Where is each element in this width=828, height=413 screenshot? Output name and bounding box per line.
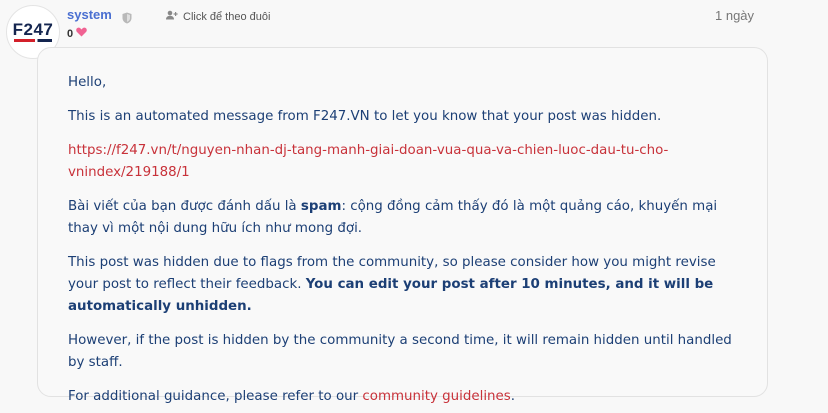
logo: F247 <box>12 20 54 39</box>
community-guidelines-link[interactable]: community guidelines <box>362 389 510 404</box>
heart-icon <box>76 27 87 40</box>
like-count-value: 0 <box>67 27 74 40</box>
post-link-paragraph: https://f247.vn/t/nguyen-nhan-dj-tang-ma… <box>68 140 737 184</box>
add-user-icon <box>166 10 178 23</box>
guidance-paragraph: For additional guidance, please refer to… <box>68 386 737 408</box>
post-link-line1: https://f247.vn/t/nguyen-nhan-dj-tang-ma… <box>68 143 669 158</box>
guidance-suffix: . <box>510 389 516 404</box>
post-body: Hello, This is an automated message from… <box>37 47 768 404</box>
spam-notice-part1: Bài viết của bạn được đánh dấu là <box>68 199 301 214</box>
post-time[interactable]: 1 ngày <box>715 8 754 23</box>
spam-notice: Bài viết của bạn được đánh dấu là spam: … <box>68 196 737 240</box>
logo-stripes <box>14 39 52 42</box>
intro-text: This is an automated message from F247.V… <box>68 109 662 124</box>
guidance-prefix: For additional guidance, please refer to… <box>68 389 363 404</box>
spam-label: spam <box>300 199 342 214</box>
flags-notice: This post was hidden due to flags from t… <box>68 252 737 318</box>
username[interactable]: system <box>67 7 112 22</box>
greeting: Hello, <box>68 75 107 90</box>
second-time-notice: However, if the post is hidden by the co… <box>68 333 732 370</box>
shield-icon <box>122 9 132 28</box>
post-link-line2: vnindex/219188/1 <box>68 165 190 180</box>
follow-label: Click để theo đuôi <box>183 10 271 23</box>
post-link[interactable]: https://f247.vn/t/nguyen-nhan-dj-tang-ma… <box>68 143 668 180</box>
follow-button[interactable]: Click để theo đuôi <box>166 10 270 23</box>
like-count: 0 <box>67 27 87 40</box>
